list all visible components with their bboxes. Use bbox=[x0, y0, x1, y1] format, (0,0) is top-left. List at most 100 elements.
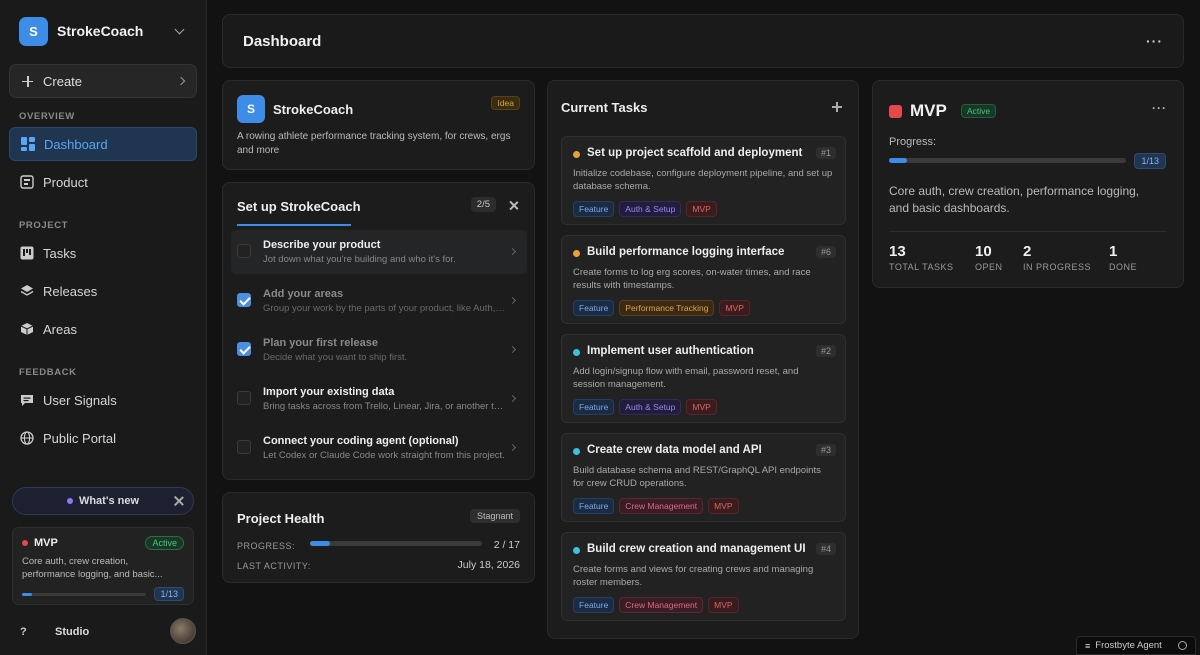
sidebar-item-label: User Signals bbox=[43, 392, 117, 408]
tag-badge: Auth & Setup bbox=[619, 399, 682, 415]
task-title: Set up project scaffold and deployment bbox=[587, 147, 803, 159]
task-tags: Feature Crew Management MVP bbox=[573, 597, 739, 613]
current-tasks-card: Current Tasks Set up project scaffold an… bbox=[547, 80, 859, 639]
kanban-icon bbox=[20, 246, 34, 260]
setup-step[interactable]: Import your existing data Bring tasks acr… bbox=[231, 377, 527, 421]
progress-bar bbox=[22, 592, 147, 596]
step-checkbox[interactable] bbox=[237, 293, 251, 307]
sidebar-item-releases[interactable]: Releases bbox=[9, 274, 197, 308]
status-badge: Active bbox=[961, 104, 997, 118]
project-name: StrokeCoach bbox=[273, 102, 354, 117]
add-task-button[interactable] bbox=[832, 102, 842, 112]
more-menu-button[interactable]: ··· bbox=[1146, 33, 1163, 49]
sidebar-item-label: Areas bbox=[43, 321, 77, 337]
close-icon[interactable] bbox=[174, 496, 184, 506]
progress-fill bbox=[22, 592, 32, 596]
task-card[interactable]: Create crew data model and API #3 Build da… bbox=[561, 433, 846, 522]
task-title: Build crew creation and management UI bbox=[587, 543, 806, 555]
whats-new-banner[interactable]: What's new bbox=[12, 487, 194, 515]
sidebar-item-tasks[interactable]: Tasks bbox=[9, 236, 197, 270]
studio-link[interactable]: Studio bbox=[55, 626, 89, 638]
step-checkbox[interactable] bbox=[237, 244, 251, 258]
project-description: A rowing athlete performance tracking sy… bbox=[237, 131, 511, 156]
step-title: Plan your first release bbox=[263, 337, 378, 349]
tag-badge: MVP bbox=[686, 399, 717, 415]
step-checkbox[interactable] bbox=[237, 440, 251, 454]
product-icon bbox=[20, 175, 34, 189]
agent-label: Frostbyte Agent bbox=[1095, 640, 1162, 651]
chevron-down-icon bbox=[174, 24, 185, 34]
workspace-switcher[interactable]: S StrokeCoach bbox=[19, 16, 189, 46]
progress-count: 1/13 bbox=[154, 587, 184, 601]
close-icon[interactable] bbox=[509, 201, 518, 210]
task-card[interactable]: Set up project scaffold and deployment #1… bbox=[561, 136, 846, 225]
sidebar-item-dashboard[interactable]: Dashboard bbox=[9, 127, 197, 161]
globe-icon bbox=[20, 431, 34, 445]
agent-icon: ≡ bbox=[1085, 640, 1091, 651]
help-button[interactable]: ? bbox=[20, 626, 27, 638]
whats-new-label: What's new bbox=[78, 495, 140, 507]
task-card[interactable]: Build crew creation and management UI #4 C… bbox=[561, 532, 846, 621]
task-description: Build database schema and REST/GraphQL A… bbox=[573, 465, 821, 489]
layers-icon bbox=[20, 284, 34, 298]
agent-button[interactable]: ≡ Frostbyte Agent bbox=[1076, 636, 1196, 655]
task-tags: Feature Crew Management MVP bbox=[573, 498, 739, 514]
project-card: S StrokeCoach Idea A rowing athlete perf… bbox=[222, 80, 535, 170]
task-description: Create forms to log erg scores, on-water… bbox=[573, 267, 811, 291]
sidebar-item-public-portal[interactable]: Public Portal bbox=[9, 421, 197, 455]
section-label-feedback: FEEDBACK bbox=[19, 367, 77, 378]
page-header: Dashboard ··· bbox=[222, 14, 1184, 68]
history-icon[interactable] bbox=[1178, 641, 1187, 650]
step-description: Let Codex or Claude Code work straight f… bbox=[263, 450, 505, 461]
setup-step[interactable]: Plan your first release Decide what you w… bbox=[231, 328, 527, 372]
setup-underline bbox=[237, 224, 351, 226]
status-dot bbox=[573, 151, 580, 158]
tag-badge: Crew Management bbox=[619, 597, 704, 613]
stat-value: 2 bbox=[1023, 243, 1032, 260]
status-badge: Idea bbox=[491, 96, 520, 110]
release-color-dot bbox=[22, 540, 28, 546]
task-tags: Feature Auth & Setup MVP bbox=[573, 399, 717, 415]
sidebar-item-user-signals[interactable]: User Signals bbox=[9, 383, 197, 417]
task-tags: Feature Performance Tracking MVP bbox=[573, 300, 750, 316]
progress-bar bbox=[889, 158, 1126, 163]
avatar[interactable] bbox=[170, 618, 196, 644]
progress-fill bbox=[889, 158, 908, 163]
release-color-swatch bbox=[889, 105, 902, 118]
status-dot bbox=[573, 547, 580, 554]
step-checkbox[interactable] bbox=[237, 342, 251, 356]
progress-label: Progress: bbox=[889, 136, 937, 148]
stat-value: 13 bbox=[889, 243, 906, 260]
sidebar-release-card[interactable]: MVP Active Core auth, crew creation, per… bbox=[12, 527, 194, 605]
activity-value: July 18, 2026 bbox=[457, 559, 520, 571]
sidebar-item-areas[interactable]: Areas bbox=[9, 312, 197, 346]
release-stat: 10 OPEN bbox=[975, 243, 1003, 272]
tag-badge: MVP bbox=[719, 300, 750, 316]
setup-step[interactable]: Describe your product Jot down what you'r… bbox=[231, 230, 527, 274]
task-card[interactable]: Build performance logging interface #6 Cre… bbox=[561, 235, 846, 324]
status-dot bbox=[573, 349, 580, 356]
sidebar-item-product[interactable]: Product bbox=[9, 165, 197, 199]
more-menu-button[interactable]: ··· bbox=[1152, 101, 1167, 115]
step-title: Add your areas bbox=[263, 288, 344, 300]
release-stat: 13 TOTAL TASKS bbox=[889, 243, 954, 272]
task-title: Create crew data model and API bbox=[587, 444, 762, 456]
step-checkbox[interactable] bbox=[237, 391, 251, 405]
task-title: Build performance logging interface bbox=[587, 246, 785, 258]
task-card[interactable]: Implement user authentication #2 Add login… bbox=[561, 334, 846, 423]
setup-step[interactable]: Connect your coding agent (optional) Let … bbox=[231, 426, 527, 470]
step-description: Jot down what you're building and who it… bbox=[263, 254, 456, 265]
stat-label: IN PROGRESS bbox=[1023, 262, 1092, 272]
release-description: Core auth, crew creation, performance lo… bbox=[22, 556, 163, 580]
setup-title: Set up StrokeCoach bbox=[237, 199, 361, 214]
sparkle-icon bbox=[66, 498, 73, 504]
progress-label: PROGRESS: bbox=[237, 541, 296, 551]
stat-value: 1 bbox=[1109, 243, 1118, 260]
step-title: Connect your coding agent (optional) bbox=[263, 435, 459, 447]
setup-step[interactable]: Add your areas Group your work by the par… bbox=[231, 279, 527, 323]
tag-badge: MVP bbox=[708, 597, 739, 613]
chevron-right-icon bbox=[508, 394, 517, 403]
setup-progress-count: 2/5 bbox=[470, 197, 496, 212]
create-button[interactable]: Create bbox=[9, 64, 197, 98]
section-label-overview: OVERVIEW bbox=[19, 111, 75, 122]
